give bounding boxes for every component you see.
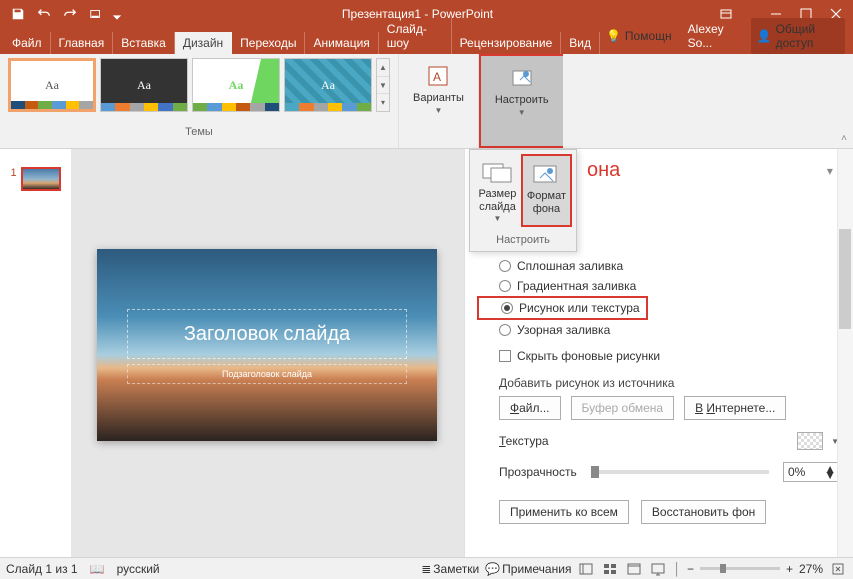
- theme-thumbnail[interactable]: Aa: [100, 58, 188, 112]
- format-background-button[interactable]: Формат фона: [521, 154, 572, 227]
- tab-file[interactable]: Файл: [4, 32, 51, 54]
- slide-thumbnail-panel: 1: [0, 149, 72, 557]
- radio-solid-fill[interactable]: Сплошная заливка: [477, 256, 849, 276]
- collapse-ribbon-icon[interactable]: ˄: [841, 133, 847, 144]
- slideshow-view-icon[interactable]: [649, 560, 667, 578]
- sorter-view-icon[interactable]: [601, 560, 619, 578]
- svg-text:A: A: [433, 70, 441, 84]
- tab-transitions[interactable]: Переходы: [232, 32, 305, 54]
- variants-button[interactable]: A Варианты ▼: [407, 58, 470, 119]
- theme-thumbnail[interactable]: Aa: [192, 58, 280, 112]
- zoom-in-button[interactable]: +: [786, 562, 793, 576]
- tab-view[interactable]: Вид: [561, 32, 600, 54]
- thumbnail-number: 1: [10, 167, 16, 179]
- tab-animation[interactable]: Анимация: [305, 32, 378, 54]
- customize-dropdown: Размер слайда ▼ Формат фона Настроить: [469, 149, 577, 252]
- slide-thumbnail[interactable]: [21, 167, 61, 191]
- undo-icon[interactable]: [32, 2, 56, 26]
- dropdown-group-label: Настроить: [470, 231, 576, 251]
- pane-scrollbar[interactable]: [837, 149, 853, 557]
- transparency-spinner[interactable]: 0%▲▼: [783, 462, 839, 482]
- themes-scroll-up[interactable]: ▲: [377, 59, 389, 77]
- texture-picker[interactable]: [797, 432, 823, 450]
- transparency-label: Прозрачность: [499, 465, 577, 479]
- chevron-down-icon: ▼: [434, 106, 442, 115]
- status-bar: Слайд 1 из 1 📖 русский ≣ Заметки 💬 Приме…: [0, 557, 853, 579]
- variants-group: A Варианты ▼: [399, 54, 479, 148]
- customize-icon: [508, 64, 536, 92]
- workspace: 1 Заголовок слайда Подзаголовок слайда о…: [0, 149, 853, 557]
- themes-group-label: Темы: [185, 126, 213, 138]
- theme-thumbnail[interactable]: Aa: [284, 58, 372, 112]
- start-from-beginning-icon[interactable]: [84, 2, 108, 26]
- texture-label: Текстура: [499, 434, 549, 448]
- ribbon: Aa Aa Aa Aa ▲ ▼ ▾ Темы A Варианты ▼ Наст…: [0, 54, 853, 149]
- customize-group: Настроить ▼: [479, 54, 563, 148]
- slide-canvas-area[interactable]: Заголовок слайда Подзаголовок слайда: [72, 149, 464, 557]
- tab-slideshow[interactable]: Слайд-шоу: [379, 18, 452, 54]
- spell-check-icon[interactable]: 📖: [90, 562, 105, 576]
- checkbox-hide-bg[interactable]: Скрыть фоновые рисунки: [477, 346, 849, 366]
- slide-title-placeholder[interactable]: Заголовок слайда: [127, 309, 407, 359]
- notes-button[interactable]: ≣ Заметки: [421, 562, 479, 576]
- tab-review[interactable]: Рецензирование: [452, 32, 562, 54]
- clipboard-button: Буфер обмена: [571, 396, 675, 420]
- lightbulb-icon: 💡: [606, 29, 621, 43]
- transparency-slider[interactable]: [591, 470, 769, 474]
- slide-indicator[interactable]: Слайд 1 из 1: [6, 562, 78, 576]
- redo-icon[interactable]: [58, 2, 82, 26]
- language-indicator[interactable]: русский: [117, 562, 160, 576]
- variants-icon: A: [424, 62, 452, 90]
- insert-from-label: Добавить рисунок из источника: [477, 366, 849, 396]
- slide-size-button[interactable]: Размер слайда ▼: [474, 154, 521, 227]
- themes-group: Aa Aa Aa Aa ▲ ▼ ▾ Темы: [0, 54, 399, 148]
- chevron-down-icon: ▼: [494, 214, 502, 223]
- file-button[interactable]: Файл...: [499, 396, 561, 420]
- pane-title: она: [587, 159, 827, 182]
- chevron-down-icon: ▼: [518, 108, 526, 117]
- qat-dropdown-icon[interactable]: [110, 2, 124, 26]
- quick-access-toolbar: [2, 2, 124, 26]
- reset-bg-button[interactable]: Восстановить фон: [641, 500, 766, 524]
- zoom-level[interactable]: 27%: [799, 562, 823, 576]
- zoom-slider[interactable]: [700, 567, 780, 570]
- slide-size-icon: [479, 158, 515, 186]
- theme-thumbnail[interactable]: Aa: [8, 58, 96, 112]
- slide-subtitle-placeholder[interactable]: Подзаголовок слайда: [127, 364, 407, 384]
- person-icon: 👤: [757, 29, 772, 43]
- themes-scroll-down[interactable]: ▼: [377, 77, 389, 95]
- tab-home[interactable]: Главная: [51, 32, 114, 54]
- radio-gradient-fill[interactable]: Градиентная заливка: [477, 276, 849, 296]
- tab-insert[interactable]: Вставка: [113, 32, 175, 54]
- pane-menu-icon[interactable]: ▾: [827, 164, 833, 178]
- ribbon-tabs: Файл Главная Вставка Дизайн Переходы Ани…: [0, 28, 853, 54]
- radio-pattern-fill[interactable]: Узорная заливка: [477, 320, 849, 340]
- comments-button[interactable]: 💬 Примечания: [485, 562, 571, 576]
- zoom-out-button[interactable]: −: [687, 562, 694, 576]
- customize-button[interactable]: Настроить ▼: [489, 60, 555, 121]
- normal-view-icon[interactable]: [577, 560, 595, 578]
- help-button[interactable]: 💡Помощн: [600, 25, 678, 47]
- save-icon[interactable]: [6, 2, 30, 26]
- apply-all-button[interactable]: Применить ко всем: [499, 500, 629, 524]
- online-button[interactable]: В Интернете...: [684, 396, 786, 420]
- radio-picture-fill[interactable]: Рисунок или текстура: [477, 296, 648, 320]
- tab-design[interactable]: Дизайн: [175, 32, 232, 54]
- share-button[interactable]: 👤Общий доступ: [751, 18, 845, 54]
- fit-to-window-icon[interactable]: [829, 560, 847, 578]
- reading-view-icon[interactable]: [625, 560, 643, 578]
- user-account[interactable]: Alexey So...: [682, 18, 747, 54]
- format-background-icon: [528, 160, 564, 188]
- slide[interactable]: Заголовок слайда Подзаголовок слайда: [97, 249, 437, 441]
- themes-more-icon[interactable]: ▾: [377, 94, 389, 111]
